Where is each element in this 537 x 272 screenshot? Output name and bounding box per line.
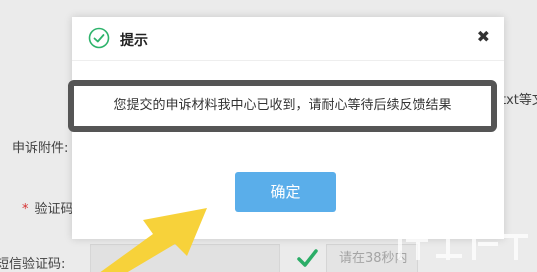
- confirm-button[interactable]: 确定: [235, 172, 336, 212]
- dialog-title: 提示: [120, 33, 148, 49]
- message-highlight-box: 您提交的申诉材料我中心已收到，请耐心等待后续反馈结果: [68, 80, 497, 132]
- dialog-header: 提示 ✖: [72, 17, 504, 61]
- dialog-message: 您提交的申诉材料我中心已收到，请耐心等待后续反馈结果: [113, 98, 452, 113]
- check-circle-icon: [88, 27, 110, 49]
- arrow-icon: [100, 208, 207, 272]
- close-button[interactable]: ✖: [477, 28, 490, 46]
- watermark-logo: [398, 230, 528, 260]
